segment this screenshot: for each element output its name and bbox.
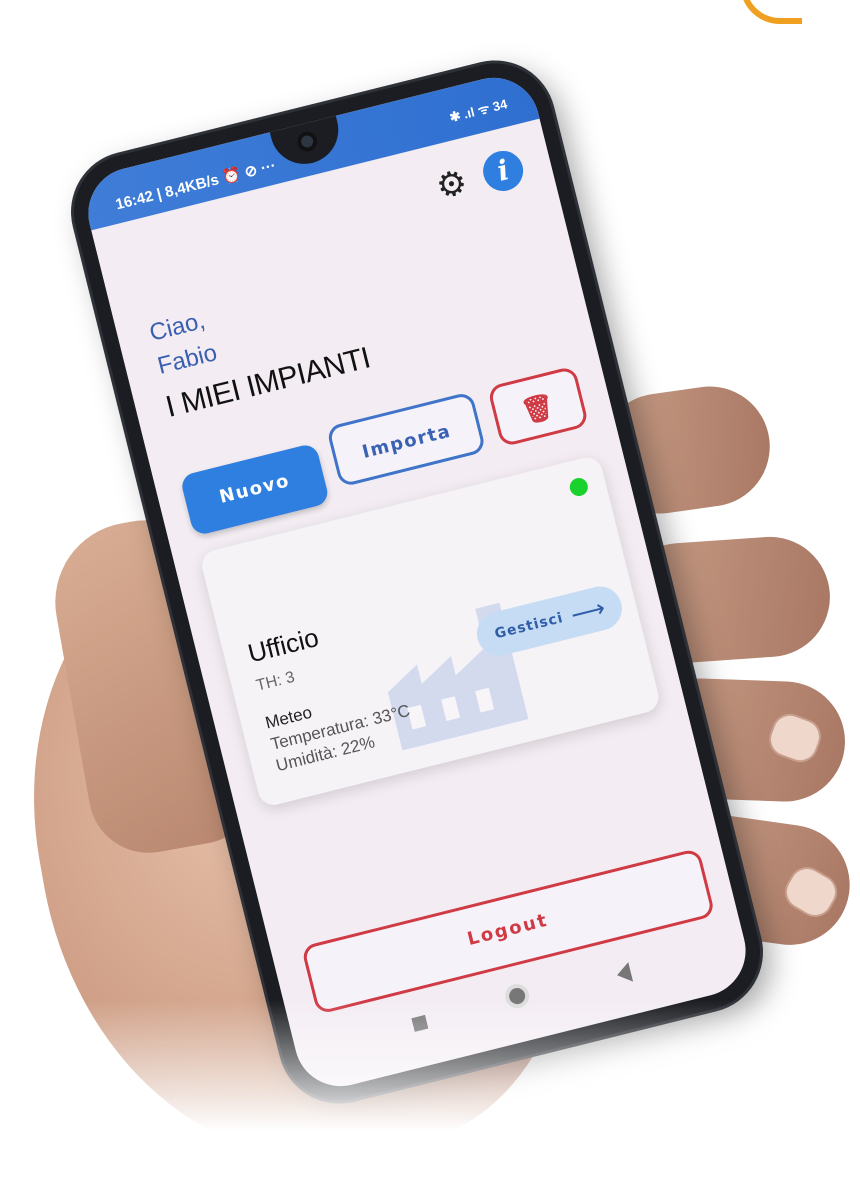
greeting: Ciao, Fabio [146,303,221,384]
corner-decoration [740,0,802,24]
plant-meteo: Meteo Temperatura: 33°C Umidità: 22% [263,679,418,778]
back-icon[interactable] [614,962,634,985]
bottom-fade [0,1000,860,1164]
import-button[interactable]: Importa [325,391,487,488]
plant-th: TH: 3 [254,668,297,695]
online-status-dot [567,476,590,498]
arrow-right-icon: ⟶ [567,593,610,630]
front-camera [295,129,320,154]
gear-icon[interactable]: ⚙ [432,163,471,207]
manage-button[interactable]: Gestisci ⟶ [472,581,627,661]
info-icon[interactable]: i [478,146,528,196]
delete-button[interactable]: 🗑 [486,365,590,448]
status-time: 16:42 | 8,4KB/s ⏰ ⊘ ··· [113,157,278,214]
manage-label: Gestisci [493,609,566,643]
plant-name: Ufficio [244,622,322,669]
new-plant-button[interactable]: Nuovo [179,442,331,537]
trash-icon: 🗑 [518,390,560,429]
status-icons: ✱ .ıl ᯤ 34 [447,96,509,126]
